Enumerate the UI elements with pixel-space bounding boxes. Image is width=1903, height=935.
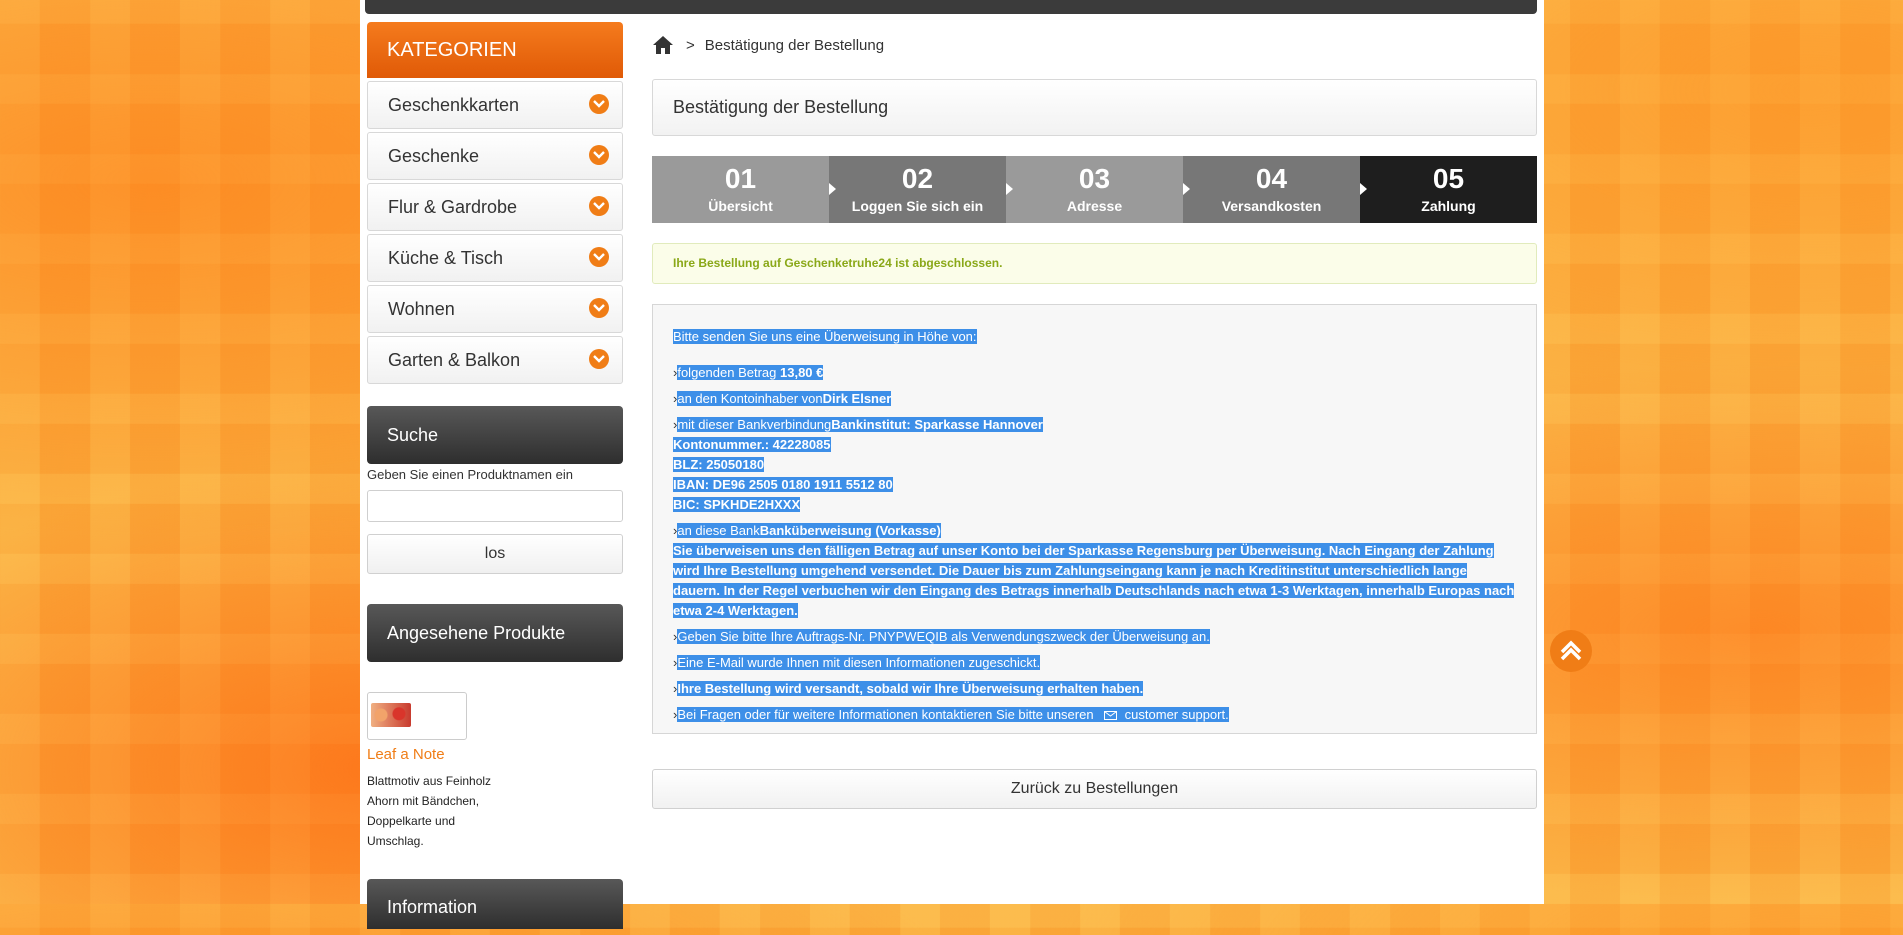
category-item-garten-balkon[interactable]: Garten & Balkon [367,336,623,384]
category-item-flur-gardrobe[interactable]: Flur & Gardrobe [367,183,623,231]
step-label: Adresse [1066,198,1123,214]
step-number: 02 [901,163,934,194]
customer-support-link[interactable]: customer support. [1124,707,1229,722]
payment-reference: Geben Sie bitte Ihre Auftrags-Nr. PNYPWE… [677,629,1210,644]
chevron-down-icon[interactable] [589,247,609,267]
support-text: Bei Fragen oder für weitere Informatione… [677,707,1094,722]
amount-value: 13,80 € [780,365,824,380]
chevron-down-icon[interactable] [589,349,609,369]
bank-bic: BIC: SPKHDE2HXXX [673,497,801,512]
step-number: 01 [724,163,757,194]
mail-icon [1104,711,1118,720]
shipping-info: Ihre Bestellung wird versandt, sobald wi… [677,681,1144,696]
step-number: 04 [1255,163,1288,194]
step-arrow-icon [1006,183,1013,195]
information-header: Information [367,879,623,929]
categories-header: KATEGORIEN [367,22,623,78]
product-image[interactable] [371,703,411,727]
breadcrumb-separator: > [686,36,695,54]
step-adresse[interactable]: 03 Adresse [1006,156,1190,223]
category-item-kueche-tisch[interactable]: Küche & Tisch [367,234,623,282]
search-hint: Geben Sie einen Produktnamen ein [367,467,573,482]
category-item-wohnen[interactable]: Wohnen [367,285,623,333]
page-container: KATEGORIEN Geschenkkarten Geschenke Flur… [360,0,1544,929]
step-versandkosten[interactable]: 04 Versandkosten [1183,156,1367,223]
payment-method: Banküberweisung (Vorkasse) [759,523,941,538]
step-uebersicht[interactable]: 01 Übersicht [652,156,836,223]
step-arrow-icon [1360,183,1367,195]
payment-info-box: Bitte senden Sie uns eine Überweisung in… [652,304,1537,734]
step-arrow-icon [829,183,836,195]
scroll-to-top-button[interactable] [1550,630,1592,672]
step-label: Loggen Sie sich ein [851,198,984,214]
product-thumbnail[interactable] [367,692,467,740]
step-login[interactable]: 02 Loggen Sie sich ein [829,156,1013,223]
home-icon[interactable] [652,35,674,55]
step-number: 03 [1078,163,1111,194]
back-to-orders-button[interactable]: Zurück zu Bestellungen [652,769,1537,809]
page-title: Bestätigung der Bestellung [652,79,1537,136]
breadcrumb-current: Bestätigung der Bestellung [704,36,885,54]
address-label: an diese Bank [677,523,760,538]
search-header: Suche [367,406,623,464]
email-info: Eine E-Mail wurde Ihnen mit diesen Infor… [677,655,1041,670]
step-arrow-icon [1183,183,1190,195]
product-link[interactable]: Leaf a Note [367,746,623,763]
payment-intro: Bitte senden Sie uns eine Überweisung in… [673,329,977,344]
bank-label: mit dieser Bankverbindung [677,417,832,432]
bank-institute: Bankinstitut: Sparkasse Hannover [831,417,1043,432]
holder-label: an den Kontoinhaber von [677,391,823,406]
category-label: Flur & Gardrobe [388,197,518,217]
bank-iban: IBAN: DE96 2505 0180 1911 5512 80 [673,477,893,492]
bank-account-number: Kontonummer.: 42228085 [673,437,831,452]
holder-value: Dirk Elsner [822,391,892,406]
breadcrumb: > Bestätigung der Bestellung [652,33,884,57]
chevron-down-icon[interactable] [589,298,609,318]
chevron-up-icon [1560,640,1582,661]
category-label: Geschenkkarten [388,95,520,115]
category-item-geschenke[interactable]: Geschenke [367,132,623,180]
search-input[interactable] [367,490,623,522]
sidebar: KATEGORIEN Geschenkkarten Geschenke Flur… [367,22,623,929]
category-label: Garten & Balkon [388,350,521,370]
category-item-geschenkkarten[interactable]: Geschenkkarten [367,81,623,129]
amount-label: folgenden Betrag [677,365,777,380]
chevron-down-icon[interactable] [589,196,609,216]
payment-method-description: Sie überweisen uns den fälligen Betrag a… [673,543,1515,618]
step-label: Zahlung [1421,198,1476,214]
success-notice: Ihre Bestellung auf Geschenketruhe24 ist… [652,243,1537,284]
step-label: Übersicht [708,198,773,214]
bank-blz: BLZ: 25050180 [673,457,765,472]
top-bar [365,0,1537,14]
category-label: Geschenke [388,146,480,166]
chevron-down-icon[interactable] [589,94,609,114]
viewed-products-header: Angesehene Produkte [367,604,623,662]
step-zahlung[interactable]: 05 Zahlung [1360,156,1537,223]
product-description: Blattmotiv aus Feinholz Ahorn mit Bändch… [367,774,492,848]
checkout-steps: 01 Übersicht 02 Loggen Sie sich ein 03 A… [652,156,1537,223]
step-label: Versandkosten [1221,198,1322,214]
chevron-down-icon[interactable] [589,145,609,165]
category-label: Küche & Tisch [388,248,504,268]
search-button[interactable]: los [367,534,623,574]
step-number: 05 [1432,163,1465,194]
category-label: Wohnen [388,299,455,319]
